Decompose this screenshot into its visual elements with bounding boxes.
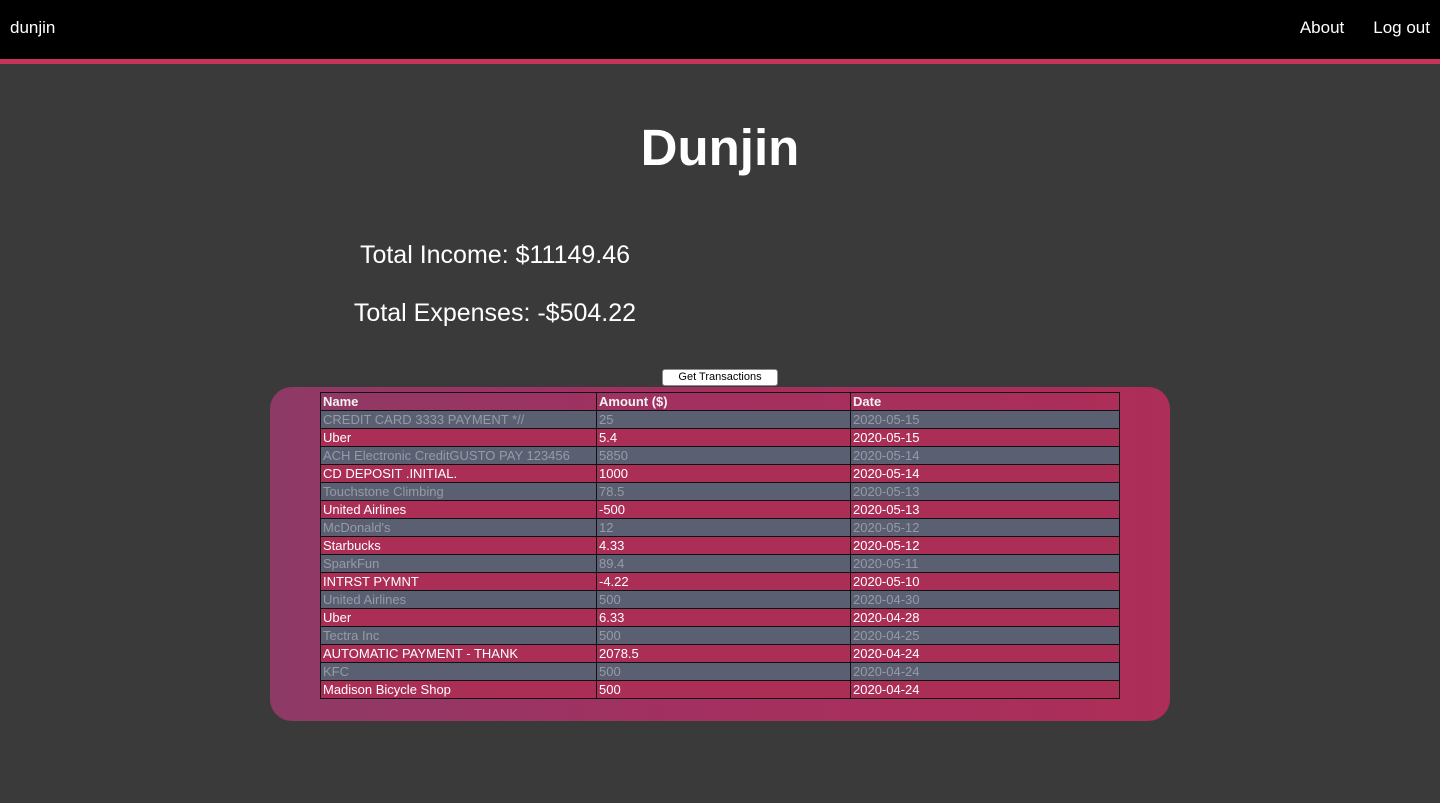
cell-amount: 5850 [596,446,851,465]
cell-name: CD DEPOSIT .INITIAL. [320,464,597,483]
table-row: INTRST PYMNT -4.22 2020-05-10 [320,572,1120,591]
cell-amount: 500 [596,662,851,681]
cell-amount: 78.5 [596,482,851,501]
top-navbar: dunjin About Log out [0,0,1440,64]
table-row: McDonald's 12 2020-05-12 [320,518,1120,537]
transactions-table: Name Amount ($) Date CREDIT CARD 3333 PA… [320,392,1120,699]
cell-date: 2020-05-15 [850,410,1120,429]
nav-about-link[interactable]: About [1300,18,1344,38]
cell-date: 2020-05-14 [850,464,1120,483]
table-row: Tectra Inc 500 2020-04-25 [320,626,1120,645]
table-row: Madison Bicycle Shop 500 2020-04-24 [320,680,1120,699]
cell-date: 2020-05-14 [850,446,1120,465]
cell-name: United Airlines [320,500,597,519]
cell-name: Touchstone Climbing [320,482,597,501]
transactions-body: CREDIT CARD 3333 PAYMENT *//25 2020-05-15… [320,410,1120,699]
total-expenses: Total Expenses: -$504.22 [353,299,637,327]
table-row: SparkFun 89.4 2020-05-11 [320,554,1120,573]
nav-links: About Log out [1300,18,1430,38]
cell-date: 2020-05-12 [850,536,1120,555]
table-row: Starbucks 4.33 2020-05-12 [320,536,1120,555]
cell-date: 2020-05-10 [850,572,1120,591]
header-date: Date [850,392,1120,411]
header-amount: Amount ($) [596,392,851,411]
cell-amount: -500 [596,500,851,519]
cell-name: KFC [320,662,597,681]
cell-amount: 5.4 [596,428,851,447]
table-row: Uber 5.4 2020-05-15 [320,428,1120,447]
table-header-row: Name Amount ($) Date [320,392,1120,411]
nav-logout-link[interactable]: Log out [1373,18,1430,38]
cell-amount: 500 [596,590,851,609]
cell-date: 2020-05-13 [850,482,1120,501]
table-row: Touchstone Climbing 78.5 2020-05-13 [320,482,1120,501]
table-row: ACH Electronic CreditGUSTO PAY 123456 585… [320,446,1120,465]
cell-date: 2020-04-24 [850,680,1120,699]
cell-date: 2020-04-24 [850,644,1120,663]
cell-amount: 500 [596,626,851,645]
transactions-panel: Name Amount ($) Date CREDIT CARD 3333 PA… [270,387,1170,721]
page-title: Dunjin [640,119,800,176]
table-row: United Airlines -500 2020-05-13 [320,500,1120,519]
cell-name: Starbucks [320,536,597,555]
header-name: Name [320,392,597,411]
cell-name: ACH Electronic CreditGUSTO PAY 123456 [320,446,597,465]
cell-amount: 6.33 [596,608,851,627]
table-row: KFC 500 2020-04-24 [320,662,1120,681]
cell-name: CREDIT CARD 3333 PAYMENT *// [320,410,597,429]
get-transactions-button[interactable]: Get Transactions [662,369,778,386]
cell-amount: 2078.5 [596,644,851,663]
cell-name: McDonald's [320,518,597,537]
cell-name: Madison Bicycle Shop [320,680,597,699]
table-row: Uber 6.33 2020-04-28 [320,608,1120,627]
table-row: United Airlines 500 2020-04-30 [320,590,1120,609]
brand-link[interactable]: dunjin [10,18,55,38]
cell-date: 2020-04-25 [850,626,1120,645]
total-income: Total Income: $11149.46 [359,241,631,269]
cell-date: 2020-05-15 [850,428,1120,447]
cell-name: Uber [320,428,597,447]
cell-name: United Airlines [320,590,597,609]
cell-amount: 12 [596,518,851,537]
cell-name: SparkFun [320,554,597,573]
table-row: CD DEPOSIT .INITIAL. 1000 2020-05-14 [320,464,1120,483]
cell-name: Tectra Inc [320,626,597,645]
cell-amount: 500 [596,680,851,699]
cell-date: 2020-04-30 [850,590,1120,609]
cell-name: AUTOMATIC PAYMENT - THANK [320,644,597,663]
cell-date: 2020-04-28 [850,608,1120,627]
cell-amount: -4.22 [596,572,851,591]
cell-amount: 4.33 [596,536,851,555]
cell-name: INTRST PYMNT [320,572,597,591]
cell-date: 2020-05-13 [850,500,1120,519]
cell-date: 2020-05-11 [850,554,1120,573]
cell-amount: 1000 [596,464,851,483]
table-row: CREDIT CARD 3333 PAYMENT *//25 2020-05-15 [320,410,1120,429]
cell-amount: 25 [596,410,851,429]
cell-date: 2020-04-24 [850,662,1120,681]
table-row: AUTOMATIC PAYMENT - THANK 2078.5 2020-04-2… [320,644,1120,663]
cell-date: 2020-05-12 [850,518,1120,537]
cell-amount: 89.4 [596,554,851,573]
cell-name: Uber [320,608,597,627]
